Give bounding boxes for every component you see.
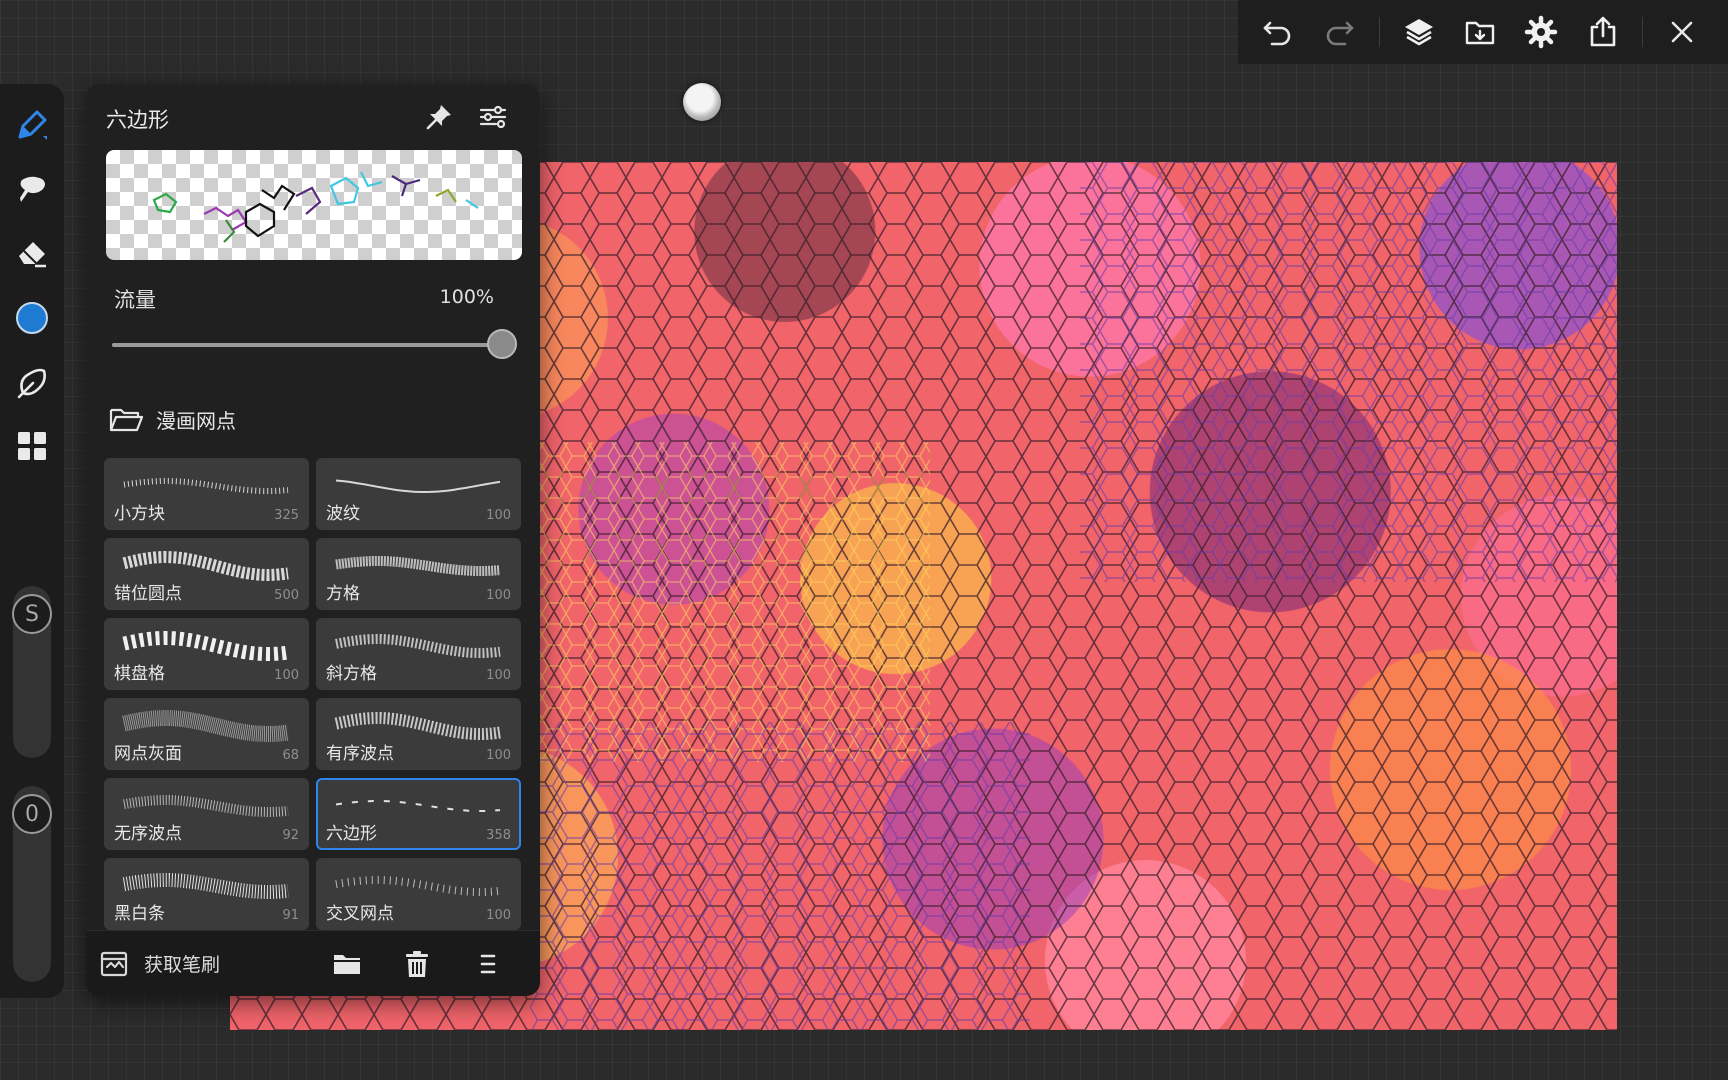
flow-slider[interactable] <box>112 329 517 359</box>
brush-tool-button[interactable] <box>11 104 53 146</box>
brush-tile[interactable]: 方格 100 <box>316 538 521 610</box>
brush-count: 500 <box>274 588 299 603</box>
brush-name: 交叉网点 <box>326 904 394 924</box>
top-toolbar <box>1238 0 1728 64</box>
brush-size-slider-knob[interactable]: S <box>12 594 52 634</box>
flow-slider-fill <box>112 343 502 347</box>
brush-count: 100 <box>486 588 511 603</box>
brush-menu-button[interactable] <box>471 947 505 981</box>
brush-opacity-slider-knob[interactable]: 0 <box>12 794 52 834</box>
smudge-tool-button[interactable] <box>11 168 53 210</box>
brush-tile[interactable]: 错位圆点 500 <box>104 538 309 610</box>
brush-tile[interactable]: 网点灰面 68 <box>104 698 309 770</box>
brush-count: 325 <box>274 508 299 523</box>
brush-name: 小方块 <box>114 504 165 524</box>
brush-count: 68 <box>282 748 299 763</box>
import-folder-button[interactable] <box>330 947 364 981</box>
brush-set-header[interactable]: 漫画网点 <box>108 404 236 434</box>
current-color-swatch <box>16 302 48 334</box>
brush-count: 358 <box>486 828 511 843</box>
eraser-tool-icon <box>19 242 46 268</box>
undo-button[interactable] <box>1256 10 1300 54</box>
tool-rail: S 0 <box>0 84 64 998</box>
close-button[interactable] <box>1660 10 1704 54</box>
gallery-import-button[interactable] <box>1458 10 1502 54</box>
brush-name: 方格 <box>326 584 360 604</box>
brush-tile[interactable]: 棋盘格 100 <box>104 618 309 690</box>
settings-button[interactable] <box>1519 10 1563 54</box>
redo-icon <box>1327 21 1354 46</box>
brush-name: 错位圆点 <box>114 584 182 604</box>
layers-button[interactable] <box>1397 10 1441 54</box>
brush-name: 棋盘格 <box>114 664 165 684</box>
apps-grid-icon <box>18 432 46 460</box>
brush-count: 92 <box>282 828 299 843</box>
share-button[interactable] <box>1581 10 1625 54</box>
trash-icon <box>406 951 428 977</box>
brush-cursor-indicator <box>683 83 721 121</box>
layers-icon <box>1404 19 1433 46</box>
brush-name: 无序波点 <box>114 824 182 844</box>
eraser-tool-button[interactable] <box>11 232 53 274</box>
sliders-settings-icon <box>479 105 507 129</box>
close-icon <box>1671 21 1693 43</box>
panel-footer: 获取笔刷 <box>86 930 540 996</box>
brush-name: 波纹 <box>326 504 360 524</box>
brush-tile[interactable]: 波纹 100 <box>316 458 521 530</box>
brush-set-name: 漫画网点 <box>156 408 236 433</box>
brush-count: 100 <box>486 908 511 923</box>
brush-tile[interactable]: 六边形 358 <box>316 778 521 850</box>
pin-brush-button[interactable] <box>422 100 456 134</box>
toolbar-divider <box>1641 17 1643 47</box>
brush-library-panel: 六边形 流量 100% 漫画网点 小方块 325 波纹 100 错位圆点 500… <box>86 84 540 996</box>
brush-tool-icon <box>18 110 47 140</box>
brush-tile[interactable]: 斜方格 100 <box>316 618 521 690</box>
brush-count: 91 <box>282 908 299 923</box>
fetch-brushes-label: 获取笔刷 <box>144 953 221 976</box>
brush-tile[interactable]: 无序波点 92 <box>104 778 309 850</box>
flow-value: 100% <box>439 286 494 308</box>
settings-gear-icon <box>1525 15 1558 49</box>
color-picker-button[interactable] <box>11 297 53 339</box>
hexagon-stroke-preview <box>152 171 479 243</box>
brush-name: 有序波点 <box>326 744 394 764</box>
flow-slider-thumb[interactable] <box>487 329 517 359</box>
brush-name: 网点灰面 <box>114 744 182 764</box>
brush-tile[interactable]: 有序波点 100 <box>316 698 521 770</box>
brush-store-icon <box>100 951 128 977</box>
brush-stroke-preview <box>106 150 522 260</box>
apps-grid-button[interactable] <box>11 425 53 467</box>
brush-name: 斜方格 <box>326 664 377 684</box>
brush-tile[interactable]: 小方块 325 <box>104 458 309 530</box>
smudge-tool-icon <box>20 176 45 202</box>
brush-name: 黑白条 <box>114 904 165 924</box>
brush-count: 100 <box>486 508 511 523</box>
brush-tile[interactable]: 黑白条 91 <box>104 858 309 930</box>
brush-tile[interactable]: 交叉网点 100 <box>316 858 521 930</box>
selection-lasso-icon <box>17 368 46 399</box>
folder-icon <box>334 955 360 974</box>
flow-label: 流量 <box>114 288 156 312</box>
fetch-brushes-button[interactable]: 获取笔刷 <box>98 947 220 979</box>
delete-brush-button[interactable] <box>400 947 434 981</box>
pin-icon <box>426 105 451 130</box>
brush-count: 100 <box>486 668 511 683</box>
undo-icon <box>1263 21 1291 46</box>
selection-tool-button[interactable] <box>11 362 53 404</box>
menu-icon <box>480 954 496 974</box>
redo-button[interactable] <box>1317 10 1361 54</box>
brush-settings-button[interactable] <box>476 100 510 134</box>
toolbar-divider <box>1378 17 1380 47</box>
brush-count: 100 <box>274 668 299 683</box>
brush-count: 100 <box>486 748 511 763</box>
brush-name: 六边形 <box>326 824 377 844</box>
share-export-icon <box>1590 16 1615 47</box>
selected-brush-title: 六边形 <box>106 108 169 132</box>
folder-open-icon <box>109 408 144 432</box>
gallery-import-icon <box>1465 21 1495 45</box>
brush-grid: 小方块 325 波纹 100 错位圆点 500 方格 100 棋盘格 100 斜方格 100 网点灰面 6… <box>104 458 522 930</box>
